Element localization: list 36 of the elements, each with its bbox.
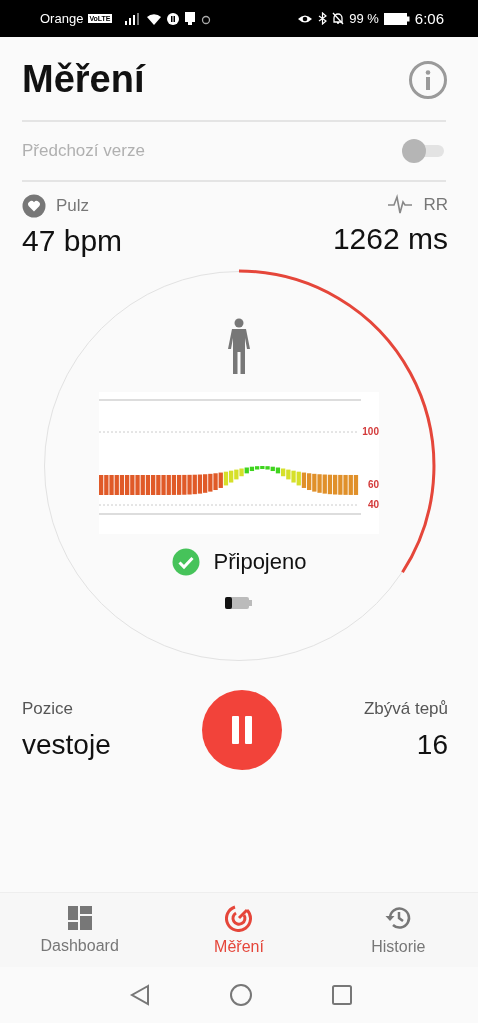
remaining-beats-label: Zbývá tepů: [363, 699, 448, 719]
position-value: vestoje: [22, 729, 112, 761]
info-icon[interactable]: [408, 59, 448, 100]
clock-time: 6:06: [414, 10, 444, 27]
connection-status: Připojeno: [213, 549, 307, 575]
pulse-value: 47 bpm: [22, 224, 123, 258]
signal-icon: [122, 12, 141, 25]
nav-tab[interactable]: Měření: [159, 893, 319, 967]
recent-apps-icon[interactable]: [331, 984, 353, 1006]
rr-value: 1262 ms: [332, 222, 448, 256]
bluetooth-icon: [318, 12, 328, 25]
axis-tick-label: 60: [367, 479, 379, 491]
battery-icon: [383, 12, 410, 25]
muted-bell-icon: [332, 12, 345, 25]
pause-status-icon: [166, 12, 179, 25]
battery-percent: 99 %: [349, 11, 379, 26]
nav-tab[interactable]: Dashboard: [0, 893, 160, 967]
position-label: Pozice: [22, 699, 75, 719]
axis-tick-label: 40: [367, 499, 379, 511]
home-icon[interactable]: [229, 983, 253, 1007]
previous-version-toggle[interactable]: [402, 138, 446, 164]
carrier-name: Orange: [40, 11, 84, 26]
nav-tab[interactable]: Historie: [318, 893, 478, 967]
wifi-icon: [145, 12, 162, 25]
phone-icon: [183, 12, 196, 25]
rr-label: RR: [423, 195, 448, 215]
axis-tick-label: 100: [362, 426, 379, 438]
pause-icon: [229, 714, 255, 746]
battery-icon: [225, 596, 253, 610]
person-icon: [226, 318, 252, 376]
heartbeat-icon: [387, 194, 414, 216]
page-title: Měření: [22, 58, 145, 101]
pulse-label: Pulz: [56, 196, 90, 216]
previous-version-label: Předchozí verze: [22, 141, 145, 161]
back-icon[interactable]: [129, 984, 151, 1006]
remaining-beats-value: 16: [416, 729, 448, 761]
